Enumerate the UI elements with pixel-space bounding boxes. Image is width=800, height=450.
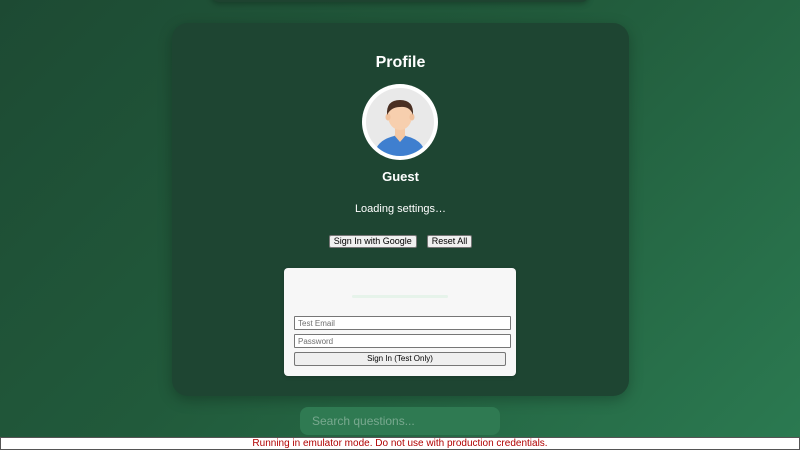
test-sign-in-button[interactable]: Sign In (Test Only) [294, 352, 506, 366]
reset-all-button[interactable]: Reset All [426, 235, 473, 248]
username: Guest [382, 169, 419, 184]
google-sign-in-button[interactable]: Sign In with Google [328, 235, 417, 248]
page-title: Profile [375, 54, 426, 71]
password-field[interactable] [294, 334, 511, 348]
test-email-field[interactable] [294, 316, 511, 330]
loading-status: Loading settings… [354, 203, 447, 215]
test-login-panel: Sign In (Test Only) [284, 268, 516, 376]
search-input[interactable] [300, 407, 500, 435]
avatar [362, 84, 438, 160]
faint-divider [352, 295, 448, 298]
profile-card: Profile Guest Loading settings… Sign In … [172, 23, 629, 396]
action-buttons: Sign In with Google Reset All [172, 235, 629, 248]
top-card-edge [211, 0, 589, 2]
emulator-warning-banner: Running in emulator mode. Do not use wit… [0, 437, 800, 450]
user-avatar-icon [366, 88, 434, 156]
